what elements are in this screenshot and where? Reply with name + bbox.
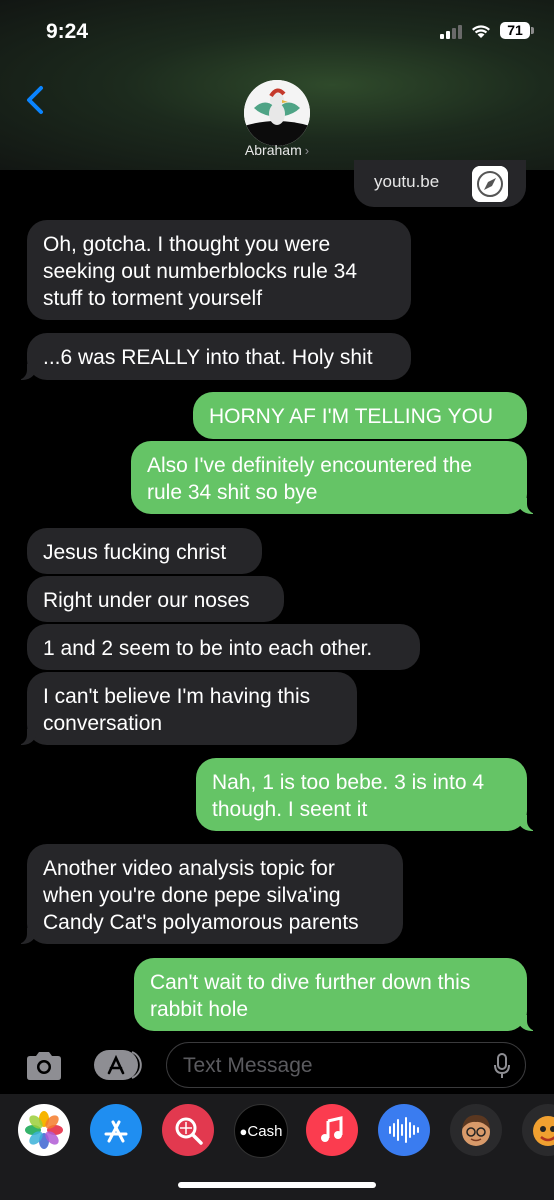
status-time: 9:24	[46, 20, 89, 43]
wifi-icon	[472, 24, 490, 38]
message-input-bar: Text Message	[0, 1036, 554, 1094]
message-text: Another video analysis topic for when yo…	[43, 857, 359, 934]
photos-icon[interactable]	[18, 1104, 70, 1156]
conversation-header: 9:24 71 Abraham ›	[0, 0, 554, 170]
message-text: ...6 was REALLY into that. Holy shit	[43, 346, 373, 369]
message-bubble-sent[interactable]: HORNY AF I'M TELLING YOU	[193, 392, 527, 439]
message-bubble-received[interactable]: Jesus fucking christ	[27, 528, 262, 574]
status-icons: 71	[440, 22, 534, 39]
message-bubble-received[interactable]: Right under our noses	[27, 576, 284, 622]
message-bubble-sent[interactable]: Also I've definitely encountered the rul…	[131, 441, 537, 514]
app-store-button-icon[interactable]	[92, 1048, 142, 1082]
cash-label: Cash	[247, 1122, 283, 1140]
music-icon[interactable]	[306, 1104, 358, 1156]
camera-icon[interactable]	[24, 1050, 64, 1082]
back-chevron-icon[interactable]	[16, 80, 56, 120]
memoji-icon[interactable]	[450, 1104, 502, 1156]
cash-apple-icon: ●	[239, 1123, 248, 1139]
signal-icon	[440, 23, 462, 39]
contact-name[interactable]: Abraham ›	[0, 142, 554, 158]
message-bubble-received[interactable]: 1 and 2 seem to be into each other.	[27, 624, 420, 670]
images-search-icon[interactable]	[162, 1104, 214, 1156]
contact-name-label: Abraham	[244, 142, 302, 158]
message-text: Nah, 1 is too bebe. 3 is into 4 though. …	[212, 771, 485, 821]
home-indicator[interactable]	[178, 1182, 376, 1188]
battery-icon: 71	[500, 22, 534, 39]
audio-message-icon[interactable]	[378, 1104, 430, 1156]
battery-level: 71	[500, 22, 530, 39]
message-bubble-received[interactable]: Another video analysis topic for when yo…	[17, 844, 403, 944]
message-bubble-received[interactable]: I can't believe I'm having this conversa…	[17, 672, 357, 745]
avatar-image	[244, 80, 310, 146]
link-domain: youtu.be	[374, 172, 440, 191]
animoji-icon[interactable]	[522, 1104, 554, 1156]
app-store-icon[interactable]	[90, 1104, 142, 1156]
link-preview-bubble[interactable]: youtu.be	[354, 160, 526, 207]
message-text: I can't believe I'm having this conversa…	[43, 685, 311, 735]
message-bubble-sent[interactable]: Nah, 1 is too bebe. 3 is into 4 though. …	[196, 758, 537, 831]
message-text-field[interactable]: Text Message	[166, 1042, 526, 1088]
message-placeholder: Text Message	[183, 1054, 313, 1077]
cash-icon[interactable]: ● Cash	[234, 1104, 288, 1158]
compass-icon	[472, 166, 508, 202]
message-bubble-received[interactable]: ...6 was REALLY into that. Holy shit	[17, 333, 411, 380]
message-text: Can't wait to dive further down this rab…	[150, 971, 471, 1021]
message-bubble-received[interactable]: Oh, gotcha. I thought you were seeking o…	[27, 220, 411, 320]
contact-avatar[interactable]	[244, 80, 310, 146]
message-bubble-sent[interactable]: Can't wait to dive further down this rab…	[134, 958, 537, 1031]
message-text: Also I've definitely encountered the rul…	[147, 454, 473, 504]
contact-chevron-icon: ›	[304, 143, 310, 158]
microphone-icon[interactable]	[493, 1053, 511, 1079]
